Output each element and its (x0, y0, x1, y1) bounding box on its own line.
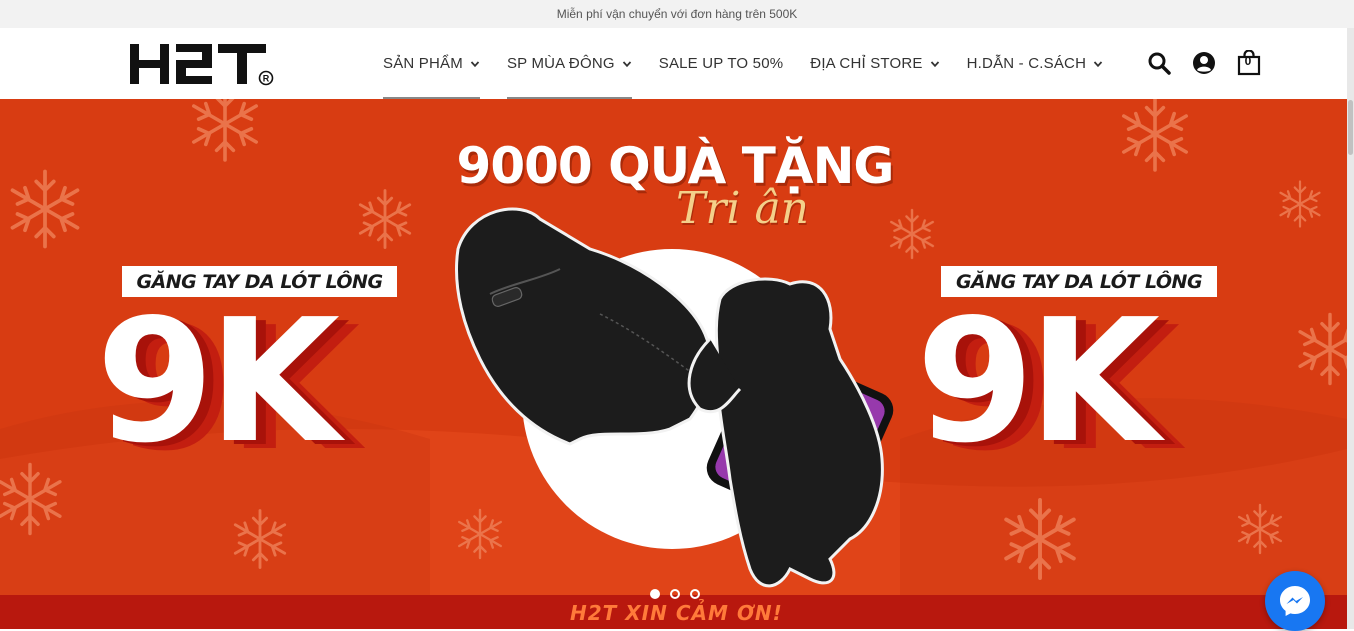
chevron-down-icon (1093, 60, 1103, 67)
slider-dots (650, 589, 710, 599)
slider-dot-2[interactable] (670, 589, 680, 599)
brand-logo[interactable]: R (130, 40, 280, 88)
user-icon (1193, 52, 1215, 74)
announcement-text: Miễn phí vận chuyển với đơn hàng trên 50… (556, 7, 798, 21)
account-button[interactable] (1191, 50, 1217, 76)
nav-item-sale[interactable]: SALE UP TO 50% (659, 28, 784, 99)
chevron-down-icon (622, 60, 631, 67)
hero-banner[interactable]: 9000 QUÀ TẶNG Tri ân GĂNG TAY DA LÓT LÔN… (0, 99, 1347, 629)
banner-footer-text: H2T XIN CẢM ƠN! (570, 601, 783, 625)
right-price: 9K (916, 283, 1160, 481)
left-price: 9K (96, 283, 340, 481)
search-button[interactable] (1146, 50, 1172, 76)
nav-label: SẢN PHẨM (383, 55, 463, 72)
messenger-chat-button[interactable] (1265, 571, 1325, 631)
messenger-icon (1280, 586, 1310, 616)
chevron-down-icon (930, 60, 939, 67)
header-tools: 0 (1146, 50, 1281, 76)
nav-label: SP MÙA ĐÔNG (506, 55, 615, 72)
banner-subhead: Tri ân (676, 183, 810, 234)
slider-dot-3[interactable] (690, 589, 700, 599)
main-nav: SẢN PHẨM SP MÙA ĐÔNG SALE UP TO 50% ĐỊA … (383, 28, 1130, 99)
nav-label: SALE UP TO 50% (658, 55, 784, 72)
cart-count: 0 (1244, 54, 1252, 68)
slider-dot-1[interactable] (650, 589, 660, 599)
site-header: R SẢN PHẨM SP MÙA ĐÔNG SALE UP TO 50% ĐỊ… (0, 28, 1354, 99)
nav-label: ĐỊA CHỈ STORE (810, 55, 923, 72)
cart-button[interactable]: 0 (1236, 50, 1262, 76)
nav-item-winter-products[interactable]: SP MÙA ĐÔNG (506, 28, 632, 99)
scrollbar-thumb[interactable] (1348, 100, 1353, 155)
chevron-down-icon (470, 60, 480, 67)
svg-text:R: R (263, 74, 270, 84)
nav-item-guides-policies[interactable]: H.DẪN - C.SÁCH (967, 28, 1103, 99)
nav-item-products[interactable]: SẢN PHẨM (383, 28, 480, 99)
nav-label: H.DẪN - C.SÁCH (966, 55, 1087, 72)
announcement-bar: Miễn phí vận chuyển với đơn hàng trên 50… (0, 0, 1354, 28)
nav-item-store-address[interactable]: ĐỊA CHỈ STORE (810, 28, 939, 99)
banner-headline: 9000 QUÀ TẶNG (456, 137, 895, 195)
search-icon (1148, 52, 1171, 75)
